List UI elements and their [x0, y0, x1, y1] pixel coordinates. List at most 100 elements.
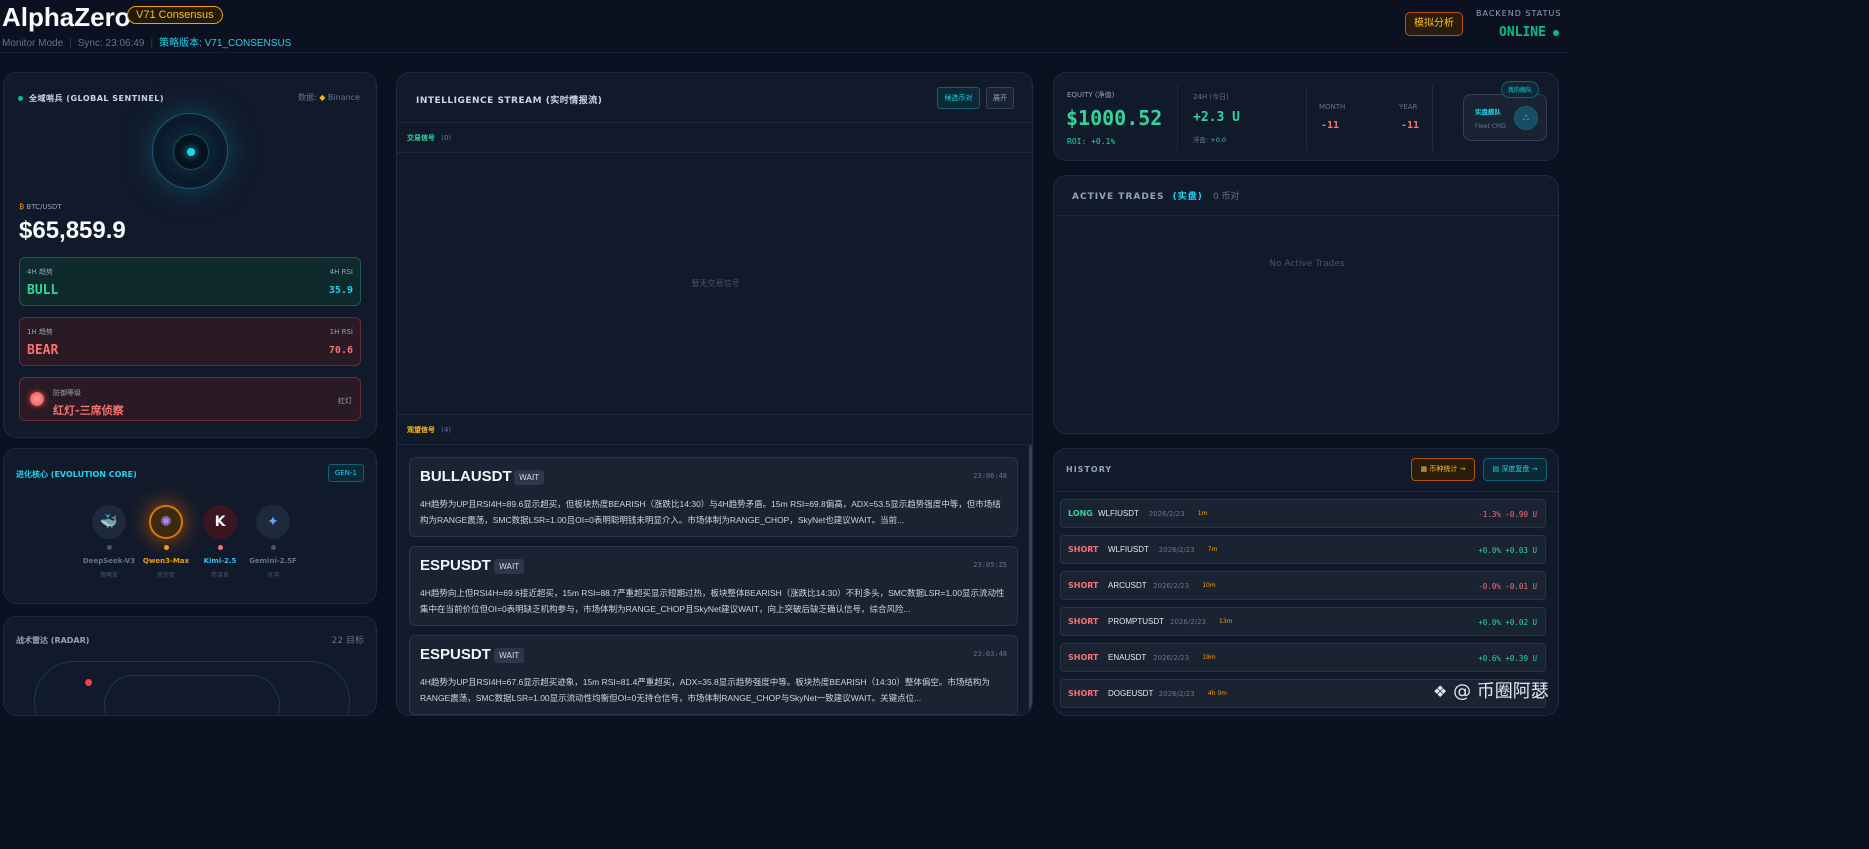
equity-value: $1000.52: [1066, 106, 1163, 130]
trend-1h-card: 1H 趋势 1H RSI BEAR 70.6: [19, 317, 361, 366]
intelligence-stream-panel: INTELLIGENCE STREAM (实时情报流) 候选币对 展开 交易信号…: [396, 72, 1033, 716]
trade-side: SHORT: [1068, 689, 1099, 698]
deep-review-button[interactable]: ▤ 深度复盘 →: [1483, 458, 1547, 481]
trade-pnl: +0.0% +0.02 U: [1478, 618, 1537, 627]
history-row[interactable]: SHORT PROMPTUSDT 2026/2/23 13m +0.0% +0.02 U: [1060, 607, 1546, 636]
trade-side: SHORT: [1068, 581, 1099, 590]
model-kimi[interactable]: K Kimi-2.5 参谋官: [190, 505, 250, 579]
sim-analysis-button[interactable]: 模拟分析: [1405, 12, 1463, 36]
kimi-icon: K: [203, 505, 237, 539]
stream-title: INTELLIGENCE STREAM (实时情报流): [416, 96, 603, 106]
signal-symbol: ESPUSDT: [420, 557, 491, 574]
trade-signals-header: 交易信号 (0): [407, 134, 452, 142]
active-trades-title: ACTIVE TRADES (实盘) 0 币对: [1072, 192, 1240, 202]
signal-symbol: BULLAUSDT: [420, 468, 512, 485]
rsi-4h-value: 35.9: [328, 285, 353, 296]
trade-symbol: DOGEUSDT: [1108, 689, 1154, 698]
signal-time: 23:06:48: [973, 472, 1007, 480]
signal-time: 23:05:25: [973, 561, 1007, 569]
fleet-icon: ⛬: [1514, 106, 1538, 130]
header-subline: Monitor Mode | Sync: 23:06:49 | 策略版本: V71_CO…: [2, 38, 292, 49]
backend-status-value: ONLINE: [1499, 25, 1546, 40]
signal-symbol: ESPUSDT: [420, 646, 491, 663]
no-signals-text: 暂无交易信号: [691, 279, 740, 288]
app-title: AlphaZero: [2, 2, 131, 32]
signal-text: 4H趋势向上但RSI4H=69.6接近超买，15m RSI=88.7严重超买显示…: [420, 588, 1005, 614]
model-gemini[interactable]: ✦ Gemini-2.5F 对冲: [243, 505, 303, 579]
gen-badge: GEN-1: [327, 464, 364, 482]
sync-text: Sync: 23:06:49: [77, 38, 145, 49]
report-icon: ▤: [1492, 465, 1500, 473]
signal-text: 4H趋势为UP且RSI4H=67.6显示超买迹象，15m RSI=81.4严重超…: [420, 677, 990, 703]
active-trades-panel: ACTIVE TRADES (实盘) 0 币对 No Active Trades: [1053, 175, 1559, 434]
data-source: 数据: ◆ Binance: [297, 93, 360, 102]
global-sentinel-panel: 全域哨兵 (GLOBAL SENTINEL) 数据: ◆ Binance ₿ B…: [3, 72, 377, 438]
history-row[interactable]: SHORT WLFIUSDT 2026/2/23 7m +0.0% +0.03 U: [1060, 535, 1546, 564]
defense-level-card: 防御等级 红灯-三席侦察 红灯: [19, 377, 361, 421]
stream-scrollbar[interactable]: [1029, 445, 1032, 715]
online-dot-icon: [1553, 30, 1559, 36]
btc-price: $65,859.9: [19, 217, 126, 244]
month-value: -11: [1321, 120, 1340, 131]
radar-count: 22 目标: [331, 636, 364, 646]
no-active-trades-text: No Active Trades: [1269, 259, 1345, 269]
model-deepseek[interactable]: 🐳 DeepSeek-V3 策略官: [79, 505, 139, 579]
trade-duration: 10m: [1202, 582, 1216, 589]
qwen-icon: ✺: [149, 505, 183, 539]
defense-level-value: 红灯-三席侦察: [53, 404, 124, 417]
signal-action-badge: WAIT: [494, 648, 525, 663]
trend-1h-value: BEAR: [27, 343, 59, 358]
history-title: HISTORY: [1066, 465, 1113, 474]
history-row[interactable]: SHORT ARCUSDT 2026/2/23 10m -0.0% -0.01 U: [1060, 571, 1546, 600]
whale-icon: 🐳: [92, 505, 126, 539]
trade-date: 2026/2/23: [1170, 618, 1206, 626]
gemini-icon: ✦: [256, 505, 290, 539]
my-fleet-badge[interactable]: 我的舰队: [1501, 81, 1540, 98]
trade-duration: 19m: [1202, 654, 1216, 661]
year-value: -11: [1401, 120, 1420, 131]
trade-pnl: -0.0% -0.01 U: [1478, 582, 1537, 591]
trade-pnl: -1.3% -0.90 U: [1478, 510, 1537, 519]
history-row[interactable]: LONG WLFIUSDT 2026/2/23 1m -1.3% -0.90 U: [1060, 499, 1546, 528]
logo-icon: ❖: [1433, 682, 1448, 701]
h24-value: +2.3 U: [1193, 110, 1240, 125]
chart-icon: ▦: [1420, 465, 1428, 473]
version-badge: V71 Consensus: [127, 6, 223, 24]
candidates-button[interactable]: 候选币对: [937, 87, 980, 109]
trade-symbol: ARCUSDT: [1108, 581, 1147, 590]
trade-symbol: WLFIUSDT: [1108, 545, 1149, 554]
trade-duration: 4h 0m: [1207, 690, 1227, 697]
evolution-core-panel: 进化核心 (EVOLUTION CORE) GEN-1 🐳 DeepSeek-V…: [3, 448, 377, 604]
coin-stats-button[interactable]: ▦ 币种统计 →: [1411, 458, 1475, 481]
evolution-title: 进化核心 (EVOLUTION CORE): [16, 470, 137, 479]
signal-card[interactable]: ESPUSDT WAIT 23:05:25 4H趋势向上但RSI4H=69.6接…: [409, 546, 1018, 626]
trade-duration: 7m: [1207, 546, 1218, 553]
roi-value: ROI: +0.1%: [1067, 137, 1116, 146]
header-divider: [0, 52, 1568, 53]
trend-4h-value: BULL: [27, 283, 59, 298]
model-qwen[interactable]: ✺ Qwen3-Max 风控官: [136, 505, 196, 579]
trade-duration: 13m: [1219, 618, 1233, 625]
trade-date: 2026/2/23: [1158, 690, 1195, 698]
trade-pnl: +0.6% +0.39 U: [1478, 654, 1537, 663]
trade-pnl: +0.0% +0.03 U: [1478, 546, 1537, 555]
signal-card[interactable]: ESPUSDT WAIT 23:03:48 4H趋势为UP且RSI4H=67.6…: [409, 635, 1018, 715]
trade-date: 2026/2/23: [1158, 546, 1195, 554]
year-label: YEAR: [1399, 103, 1418, 111]
signal-action-badge: WAIT: [494, 559, 525, 574]
btc-icon: ₿: [19, 203, 25, 211]
signal-text: 4H趋势为UP且RSI4H=89.6显示超买，但板块热度BEARISH（涨跌比1…: [420, 499, 1001, 525]
radar-panel: 战术雷达 (RADAR) 22 目标: [3, 616, 377, 716]
fleet-cmd-card[interactable]: 实盘舰队 Fleet CMD ⛬: [1463, 94, 1547, 141]
history-row[interactable]: SHORT ENAUSDT 2026/2/23 19m +0.6% +0.39 U: [1060, 643, 1546, 672]
watermark: ❖ @ 币圈阿瑟: [1433, 681, 1549, 702]
trade-date: 2026/2/23: [1153, 582, 1190, 590]
radar-title: 战术雷达 (RADAR): [16, 636, 90, 645]
mode-text: Monitor Mode: [2, 38, 64, 49]
radar-target-dot[interactable]: [85, 679, 92, 686]
trade-side: SHORT: [1068, 653, 1099, 662]
expand-button[interactable]: 展开: [986, 87, 1014, 109]
watch-signals-header: 观望信号 (4): [407, 426, 452, 434]
trade-symbol: ENAUSDT: [1108, 653, 1147, 662]
signal-card[interactable]: BULLAUSDT WAIT 23:06:48 4H趋势为UP且RSI4H=89…: [409, 457, 1018, 537]
